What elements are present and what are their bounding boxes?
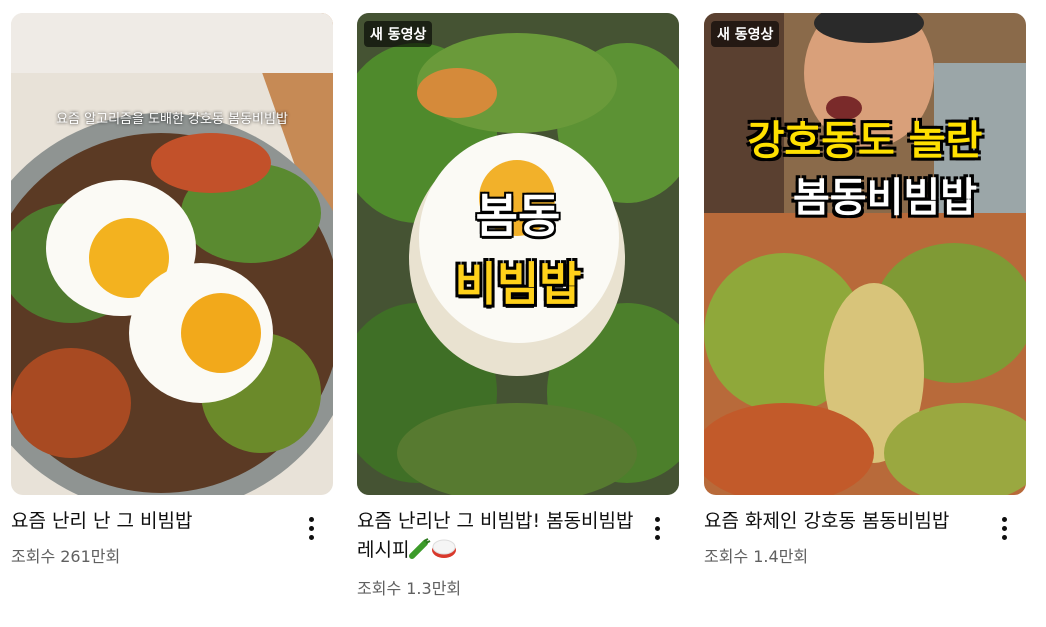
dot-icon	[654, 534, 660, 540]
dot-icon	[654, 516, 660, 522]
more-options-button[interactable]	[645, 513, 669, 543]
video-title[interactable]: 요즘 화제인 강호동 봄동비빔밥	[704, 507, 986, 536]
dot-icon	[1001, 525, 1007, 531]
more-options-button[interactable]	[299, 513, 323, 543]
thumbnail-image-bibimbap-eggs	[11, 13, 333, 495]
dot-icon	[1001, 516, 1007, 522]
video-meta: 요즘 난리 난 그 비빔밥 조회수 261만회	[11, 507, 333, 567]
rice-cake-icon	[431, 537, 457, 568]
video-thumbnail[interactable]: 새 동영상 봄동 비빔밥	[357, 13, 679, 495]
dot-icon	[308, 516, 314, 522]
thumbnail-overlay-line2: 비빔밥	[454, 257, 582, 311]
dot-icon	[308, 525, 314, 531]
view-count: 조회수 1.3만회	[357, 579, 462, 598]
view-count: 조회수 261만회	[11, 547, 121, 566]
dot-icon	[654, 525, 660, 531]
dot-icon	[1001, 534, 1007, 540]
dot-icon	[308, 534, 314, 540]
video-card[interactable]: 새 동영상 봄동 비빔밥 요즘 난리난 그 비빔밥! 봄동비빔밥 레시피 조회수…	[357, 13, 679, 599]
thumbnail-overlay-line1: 봄동	[475, 189, 561, 243]
video-title[interactable]: 요즘 난리 난 그 비빔밥	[11, 507, 293, 536]
video-card[interactable]: 새 동영상 강호동도 놀란 봄동비빔밥 요즘 화제인 강호동 봄동비빔밥 조회수…	[704, 13, 1026, 567]
cucumber-icon	[409, 537, 431, 568]
thumbnail-overlay-line1: 강호동도 놀란	[747, 118, 983, 164]
video-card[interactable]: 요즘 알고리즘을 도배한 강호동 봄동비빔밥 요즘 난리 난 그 비빔밥 조회수…	[11, 13, 333, 567]
video-thumbnail[interactable]: 새 동영상 강호동도 놀란 봄동비빔밥	[704, 13, 1026, 495]
thumbnail-image-person-bibimbap	[704, 13, 1026, 495]
new-video-badge: 새 동영상	[711, 21, 780, 47]
video-title-text: 요즘 난리난 그 비빔밥! 봄동비빔밥 레시피	[357, 510, 634, 561]
thumbnail-image-bibimbap-egg-greens	[357, 13, 679, 495]
video-meta: 요즘 난리난 그 비빔밥! 봄동비빔밥 레시피 조회수 1.3만회	[357, 507, 679, 599]
view-count: 조회수 1.4만회	[704, 547, 809, 566]
video-title[interactable]: 요즘 난리난 그 비빔밥! 봄동비빔밥 레시피	[357, 507, 639, 568]
thumbnail-overlay-line2: 봄동비빔밥	[793, 175, 977, 221]
thumbnail-caption: 요즘 알고리즘을 도배한 강호동 봄동비빔밥	[56, 112, 288, 127]
new-video-badge: 새 동영상	[364, 21, 433, 47]
video-thumbnail[interactable]: 요즘 알고리즘을 도배한 강호동 봄동비빔밥	[11, 13, 333, 495]
more-options-button[interactable]	[992, 513, 1016, 543]
video-meta: 요즘 화제인 강호동 봄동비빔밥 조회수 1.4만회	[704, 507, 1026, 567]
